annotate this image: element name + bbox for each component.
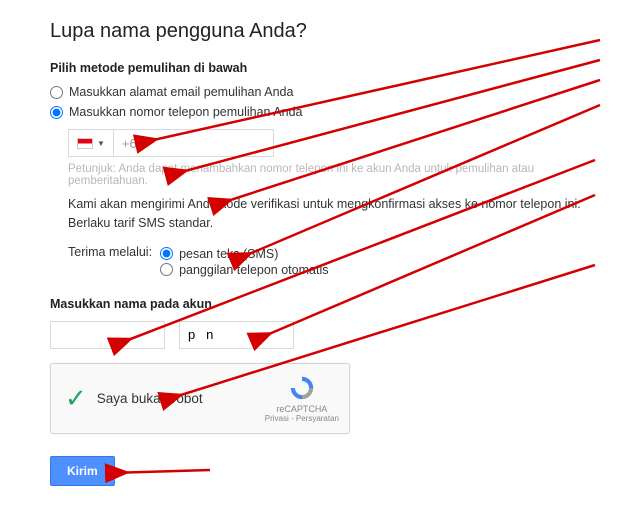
- account-name-title: Masukkan nama pada akun: [50, 297, 590, 311]
- recaptcha-links[interactable]: Privasi - Persyaratan: [265, 414, 339, 423]
- chevron-down-icon: ▼: [97, 139, 105, 148]
- recovery-method-title: Pilih metode pemulihan di bawah: [50, 61, 590, 75]
- country-code-selector[interactable]: ▼: [68, 129, 114, 157]
- phone-input-group: ▼: [68, 129, 590, 157]
- last-name-input[interactable]: [179, 321, 294, 349]
- recaptcha-icon: [288, 374, 316, 402]
- page-title: Lupa nama pengguna Anda?: [50, 20, 590, 43]
- submit-button[interactable]: Kirim: [50, 456, 115, 486]
- receive-call-label: panggilan telepon otomatis: [179, 263, 328, 277]
- checkmark-icon: ✓: [65, 383, 87, 414]
- recovery-email-label: Masukkan alamat email pemulihan Anda: [69, 85, 293, 99]
- first-name-input[interactable]: [50, 321, 165, 349]
- phone-hint-text: Petunjuk: Anda dapat menambahkan nomor t…: [68, 163, 590, 187]
- recaptcha-label: Saya bukan robot: [97, 391, 265, 406]
- receive-via-group: Terima melalui: pesan teks (SMS) panggil…: [68, 245, 590, 279]
- recovery-phone-radio[interactable]: [50, 106, 63, 119]
- recovery-method-phone-row[interactable]: Masukkan nomor telepon pemulihan Anda: [50, 105, 590, 119]
- flag-indonesia-icon: [77, 138, 93, 149]
- verification-description: Kami akan mengirimi Anda kode verifikasi…: [68, 195, 590, 233]
- name-input-row: [50, 321, 590, 349]
- recaptcha-branding: reCAPTCHA Privasi - Persyaratan: [265, 374, 339, 423]
- receive-call-row[interactable]: panggilan telepon otomatis: [160, 263, 328, 277]
- receive-sms-radio[interactable]: [160, 247, 173, 260]
- recovery-email-radio[interactable]: [50, 86, 63, 99]
- receive-via-label: Terima melalui:: [68, 245, 152, 279]
- receive-call-radio[interactable]: [160, 263, 173, 276]
- recovery-method-email-row[interactable]: Masukkan alamat email pemulihan Anda: [50, 85, 590, 99]
- receive-sms-label: pesan teks (SMS): [179, 247, 278, 261]
- recovery-phone-label: Masukkan nomor telepon pemulihan Anda: [69, 105, 302, 119]
- receive-sms-row[interactable]: pesan teks (SMS): [160, 247, 328, 261]
- phone-number-input[interactable]: [114, 129, 274, 157]
- recaptcha-widget[interactable]: ✓ Saya bukan robot reCAPTCHA Privasi - P…: [50, 363, 350, 434]
